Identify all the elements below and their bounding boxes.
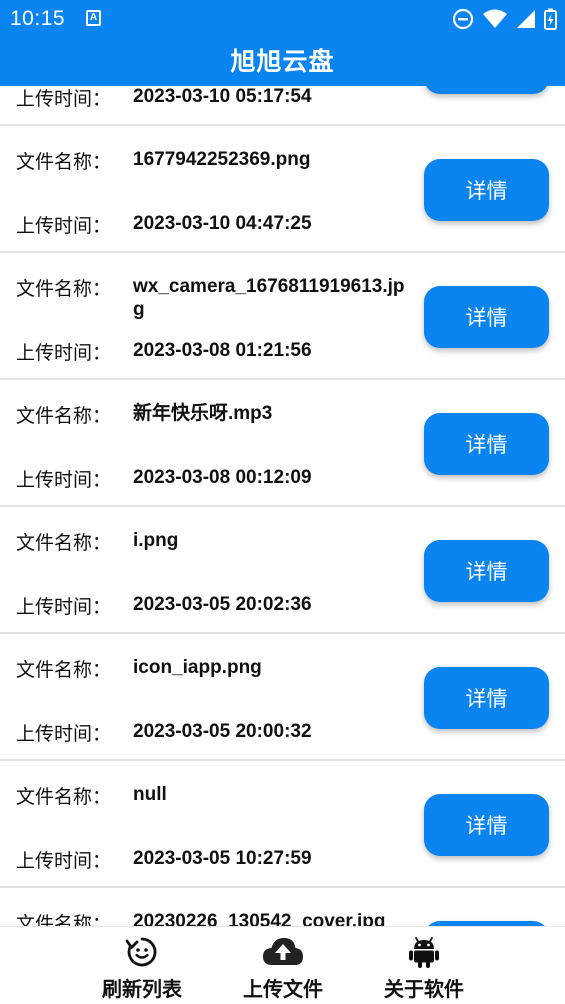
file-list-item: 文件名称： 1677942252369.png 上传时间： 2023-03-10… [0, 126, 565, 253]
file-name-label: 文件名称： [16, 279, 112, 300]
notification-app-icon: A [86, 10, 101, 26]
upload-time-value: 2023-03-10 05:17:54 [133, 86, 312, 107]
upload-time-value: 2023-03-10 04:47:25 [133, 213, 312, 234]
file-list-item: 文件名称： null 上传时间： 2023-03-05 10:27:59 详情 [0, 761, 565, 888]
file-name-label: 文件名称： [16, 787, 112, 808]
detail-button[interactable]: 详情 [424, 159, 549, 221]
upload-time-label: 上传时间： [16, 597, 112, 618]
file-name-value: 20230226_130542_cover.jpg [133, 911, 386, 926]
bottom-nav: 刷新列表 上传文件 关于软件 [0, 926, 565, 1004]
nav-refresh-list[interactable]: 刷新列表 [72, 927, 212, 1004]
refresh-icon [125, 937, 157, 967]
nav-upload-label: 上传文件 [243, 979, 323, 1001]
file-list-content: 文件名称： 上传时间： 2023-03-10 05:17:54 详情 文件名称：… [0, 86, 565, 926]
nav-refresh-label: 刷新列表 [102, 979, 182, 1001]
file-list-item: 文件名称： 上传时间： 2023-03-10 05:17:54 详情 [0, 86, 565, 126]
status-time: 10:15 [10, 7, 66, 30]
upload-time-label: 上传时间： [16, 89, 112, 110]
dnd-icon [452, 8, 474, 30]
cloud-upload-icon [263, 938, 303, 965]
file-name-value: i.png [133, 530, 179, 551]
file-list-item: 文件名称： 20230226_130542_cover.jpg 上传时间： 详情 [0, 888, 565, 926]
detail-button[interactable]: 详情 [424, 86, 549, 94]
detail-button[interactable]: 详情 [424, 286, 549, 348]
upload-time-label: 上传时间： [16, 470, 112, 491]
status-icons [452, 8, 557, 30]
app-bar: 旭旭云盘 [0, 38, 565, 86]
file-list-item: 文件名称： i.png 上传时间： 2023-03-05 20:02:36 详情 [0, 507, 565, 634]
status-bar: 10:15 A [0, 0, 565, 38]
android-icon [409, 937, 439, 968]
upload-time-label: 上传时间： [16, 851, 112, 872]
upload-time-value: 2023-03-05 20:00:32 [133, 721, 312, 742]
detail-button[interactable]: 详情 [424, 794, 549, 856]
file-list-item: 文件名称： wx_camera_1676811919613.jpg 上传时间： … [0, 253, 565, 380]
nav-about-label: 关于软件 [384, 979, 464, 1001]
file-name-label: 文件名称： [16, 152, 112, 173]
nav-about-software[interactable]: 关于软件 [354, 927, 494, 1004]
file-name-value: 1677942252369.png [133, 149, 311, 170]
file-name-label: 文件名称： [16, 914, 112, 926]
file-name-value: null [133, 784, 167, 805]
file-list-item: 文件名称： 新年快乐呀.mp3 上传时间： 2023-03-08 00:12:0… [0, 380, 565, 507]
signal-icon [517, 10, 535, 28]
file-name-value: 新年快乐呀.mp3 [133, 403, 273, 424]
upload-time-value: 2023-03-08 01:21:56 [133, 340, 312, 361]
file-name-value: wx_camera_1676811919613.jpg [133, 276, 405, 320]
file-list-item: 文件名称： icon_iapp.png 上传时间： 2023-03-05 20:… [0, 634, 565, 761]
wifi-icon [483, 9, 507, 28]
battery-charging-icon [544, 8, 557, 30]
file-list[interactable]: 文件名称： 上传时间： 2023-03-10 05:17:54 详情 文件名称：… [0, 86, 565, 926]
upload-time-label: 上传时间： [16, 724, 112, 745]
upload-time-label: 上传时间： [16, 216, 112, 237]
file-name-label: 文件名称： [16, 660, 112, 681]
upload-time-label: 上传时间： [16, 343, 112, 364]
nav-upload-file[interactable]: 上传文件 [213, 927, 353, 1004]
file-name-label: 文件名称： [16, 406, 112, 427]
file-name-label: 文件名称： [16, 533, 112, 554]
detail-button[interactable]: 详情 [424, 413, 549, 475]
detail-button[interactable]: 详情 [424, 667, 549, 729]
upload-time-value: 2023-03-08 00:12:09 [133, 467, 312, 488]
app-title: 旭旭云盘 [230, 48, 335, 76]
upload-time-value: 2023-03-05 10:27:59 [133, 848, 312, 869]
upload-time-value: 2023-03-05 20:02:36 [133, 594, 312, 615]
detail-button[interactable]: 详情 [424, 540, 549, 602]
file-name-value: icon_iapp.png [133, 657, 262, 678]
